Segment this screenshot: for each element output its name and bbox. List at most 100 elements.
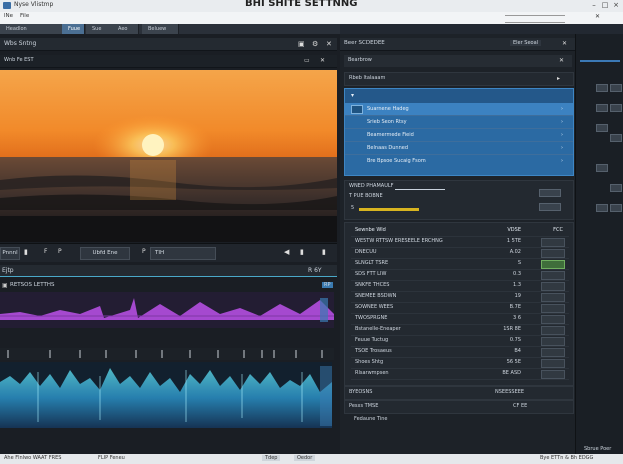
- right-panel-close-icon[interactable]: ✕: [562, 40, 567, 47]
- list-item[interactable]: Suarnene Hadeg ›: [345, 103, 573, 116]
- waveform-2: [0, 362, 332, 428]
- list-item[interactable]: Beamermede Fieid ›: [345, 129, 573, 142]
- row-toggle[interactable]: [541, 260, 565, 269]
- sunset-image: [0, 70, 337, 242]
- table-row[interactable]: Rlsarwmpsen BE ASD: [351, 368, 569, 380]
- marker-2[interactable]: P: [58, 248, 62, 255]
- video-preview[interactable]: [0, 70, 337, 242]
- track-1-tag: RP: [322, 282, 333, 288]
- sidebar-control[interactable]: [610, 134, 622, 142]
- left-panel-subtitle: Wnb Fe EST: [4, 57, 34, 63]
- table-header-icons: FCC: [553, 227, 563, 233]
- pause-icon[interactable]: ▮: [300, 248, 304, 256]
- close-icon[interactable]: ✕: [326, 40, 332, 48]
- status-mid: FLIP Feneu: [98, 455, 125, 461]
- sidebar-top-bar: [580, 60, 620, 62]
- timeline-right-label: R 6Y: [308, 267, 322, 274]
- tab-fuue[interactable]: Fuue: [62, 24, 85, 34]
- row-toggle[interactable]: [541, 326, 565, 335]
- playback-controls: Pnnnl ▮ F P Ubfd Ene P TIH ◀ ▮ ▮: [0, 243, 337, 262]
- sidebar-control[interactable]: [596, 84, 608, 92]
- app-name: Nyse Vlistmp: [14, 1, 54, 8]
- sidebar-control[interactable]: [610, 184, 622, 192]
- list-expand-icon[interactable]: ▾: [351, 92, 354, 99]
- video-icon[interactable]: ▣: [298, 40, 305, 48]
- right-footer: Fedaune Tine: [344, 414, 572, 426]
- timeline-ruler[interactable]: [0, 348, 334, 360]
- far-right-sidebar: Sbrue Poer: [575, 34, 623, 454]
- prev-icon[interactable]: ◀: [284, 248, 289, 256]
- status-button-2[interactable]: Oedor: [294, 455, 316, 461]
- tab-aeo[interactable]: Aeo: [112, 24, 139, 34]
- properties-slider[interactable]: [359, 208, 419, 211]
- row-toggle[interactable]: [541, 348, 565, 357]
- waveform-1: [0, 292, 334, 328]
- marker-1[interactable]: F: [44, 248, 47, 255]
- row-close-icon[interactable]: ✕: [559, 57, 564, 64]
- panel-close-icon[interactable]: ✕: [320, 57, 325, 64]
- row-toggle[interactable]: [541, 337, 565, 346]
- last-row-value: CF EE: [513, 403, 528, 409]
- list-item-label: Belnaas Dunned: [367, 145, 408, 151]
- list-item-thumb-icon: [351, 105, 363, 114]
- audio-track-2[interactable]: [0, 362, 332, 428]
- last-row-name: Pesxs TMSE: [349, 403, 379, 409]
- list-item[interactable]: Belnaas Dunned ›: [345, 142, 573, 155]
- audio-track-1[interactable]: [0, 292, 334, 328]
- tab-headlon[interactable]: Headlon: [0, 24, 63, 34]
- close-window-icon[interactable]: ×: [612, 1, 620, 9]
- row-toggle[interactable]: [541, 293, 565, 302]
- status-button-1[interactable]: Tdep: [262, 455, 281, 461]
- track-1-header: ▣ RETSOS LETTHS RP: [0, 280, 337, 292]
- menu-item-2[interactable]: File: [20, 13, 29, 19]
- tab-beluew[interactable]: Beluew: [142, 24, 179, 34]
- row-toggle[interactable]: [541, 282, 565, 291]
- sidebar-control[interactable]: [610, 84, 622, 92]
- settings-icon[interactable]: ⚙: [312, 40, 318, 48]
- timeline-label: Ejtp: [2, 267, 14, 274]
- field-2[interactable]: TIH: [150, 247, 216, 260]
- row-toggle[interactable]: [541, 359, 565, 368]
- field-1[interactable]: P: [142, 248, 146, 255]
- minimize-icon[interactable]: –: [590, 1, 598, 9]
- right-panel-tab[interactable]: Eler Seoal: [510, 40, 542, 46]
- chevron-right-icon: ›: [561, 106, 563, 112]
- time-left-field[interactable]: Pnnnl: [0, 247, 20, 260]
- menubar-close-icon[interactable]: ✕: [595, 13, 600, 20]
- play-icon[interactable]: ▮: [24, 248, 28, 256]
- timecode-field[interactable]: Ubfd Ene: [80, 247, 130, 260]
- row-toggle[interactable]: [541, 238, 565, 247]
- sidebar-control[interactable]: [610, 104, 622, 112]
- list-item[interactable]: Bre Bpsoe Sucaig Fsom ›: [345, 155, 573, 167]
- camera-icon[interactable]: ▭: [304, 57, 310, 64]
- menu-item-1[interactable]: lNe: [4, 13, 13, 19]
- row-toggle[interactable]: [541, 271, 565, 280]
- properties-control-a[interactable]: [539, 189, 561, 197]
- sidebar-control[interactable]: [596, 164, 608, 172]
- next-icon[interactable]: ▮: [322, 248, 326, 256]
- list-item[interactable]: Srieb Seon Rtsy ›: [345, 116, 573, 129]
- source-section-chevron-icon[interactable]: ▸: [557, 75, 560, 82]
- tab-sue[interactable]: Sue: [86, 24, 113, 34]
- properties-control-b[interactable]: [539, 203, 561, 211]
- status-right: Bye ETTn & Bh EDGG: [540, 455, 594, 461]
- maximize-icon[interactable]: □: [601, 1, 609, 9]
- status-bar: Ahe Flnlwo WAAT FRES FLIP Feneu Tdep Oed…: [0, 454, 623, 464]
- row-toggle[interactable]: [541, 315, 565, 324]
- row-toggle[interactable]: [541, 304, 565, 313]
- sidebar-control[interactable]: [596, 204, 608, 212]
- ruler-ticks: [7, 350, 323, 358]
- sidebar-control[interactable]: [596, 124, 608, 132]
- properties-subtitle: T PUE BOBNE: [349, 193, 383, 199]
- row-toggle[interactable]: [541, 249, 565, 258]
- sidebar-control[interactable]: [610, 204, 622, 212]
- track-lock-icon[interactable]: ▣: [2, 282, 8, 289]
- row-toggle[interactable]: [541, 370, 565, 379]
- right-panel-header: Beer SCDEDEE Eler Seoal ✕: [340, 38, 575, 51]
- track-1-label: RETSOS LETTHS: [10, 282, 55, 288]
- sidebar-control[interactable]: [596, 104, 608, 112]
- right-row-title: Bearbrow ✕: [344, 55, 572, 67]
- source-section-header: Rbeb ltalaaam ▸: [344, 72, 574, 86]
- properties-table: Sewnbe Wld VDSE FCC WE5TW RTTSW ERESEELE…: [344, 222, 574, 386]
- list-item-label: Bre Bpsoe Sucaig Fsom: [367, 158, 426, 164]
